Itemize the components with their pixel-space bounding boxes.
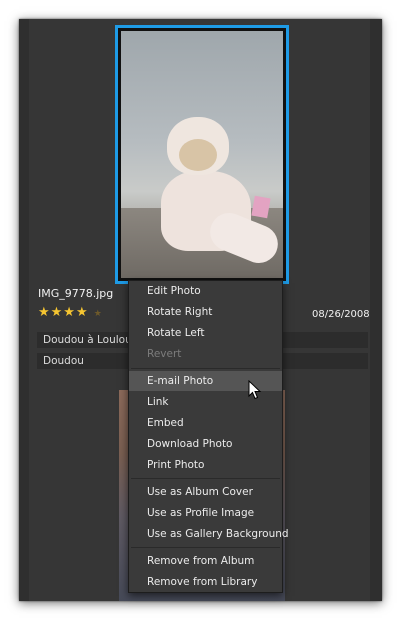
panel-right-edge (370, 19, 382, 601)
photo-bear-face (179, 139, 217, 171)
selected-photo-thumbnail[interactable] (115, 25, 289, 284)
panel-left-edge (19, 19, 29, 601)
menu-separator (131, 368, 280, 369)
photo-date: 08/26/2008 (312, 309, 370, 320)
menu-item-remove-from-album[interactable]: Remove from Album (129, 551, 282, 571)
photo-image (121, 31, 283, 278)
menu-item-edit-photo[interactable]: Edit Photo (129, 281, 282, 301)
menu-item-rotate-left[interactable]: Rotate Left (129, 323, 282, 343)
photo-filename[interactable]: IMG_9778.jpg (38, 287, 113, 300)
menu-item-embed[interactable]: Embed (129, 413, 282, 433)
menu-item-print-photo[interactable]: Print Photo (129, 455, 282, 475)
menu-separator (131, 547, 280, 548)
menu-item-use-as-profile-image[interactable]: Use as Profile Image (129, 503, 282, 523)
star-rating-empty[interactable]: ★ (94, 309, 103, 319)
menu-item-use-as-album-cover[interactable]: Use as Album Cover (129, 482, 282, 502)
menu-item-remove-from-library[interactable]: Remove from Library (129, 572, 282, 592)
menu-separator (131, 478, 280, 479)
context-menu: Edit Photo Rotate Right Rotate Left Reve… (128, 280, 289, 593)
menu-item-revert: Revert (147, 348, 182, 360)
menu-item-download-photo[interactable]: Download Photo (129, 434, 282, 454)
photo-bear-bow (251, 195, 271, 219)
star-rating[interactable]: ★★★★ ★ (38, 305, 103, 320)
mouse-pointer-icon (248, 380, 262, 400)
star-rating-filled[interactable]: ★★★★ (38, 305, 89, 320)
menu-item-rotate-right[interactable]: Rotate Right (129, 302, 282, 322)
menu-item-use-as-gallery-background[interactable]: Use as Gallery Background (129, 524, 289, 544)
